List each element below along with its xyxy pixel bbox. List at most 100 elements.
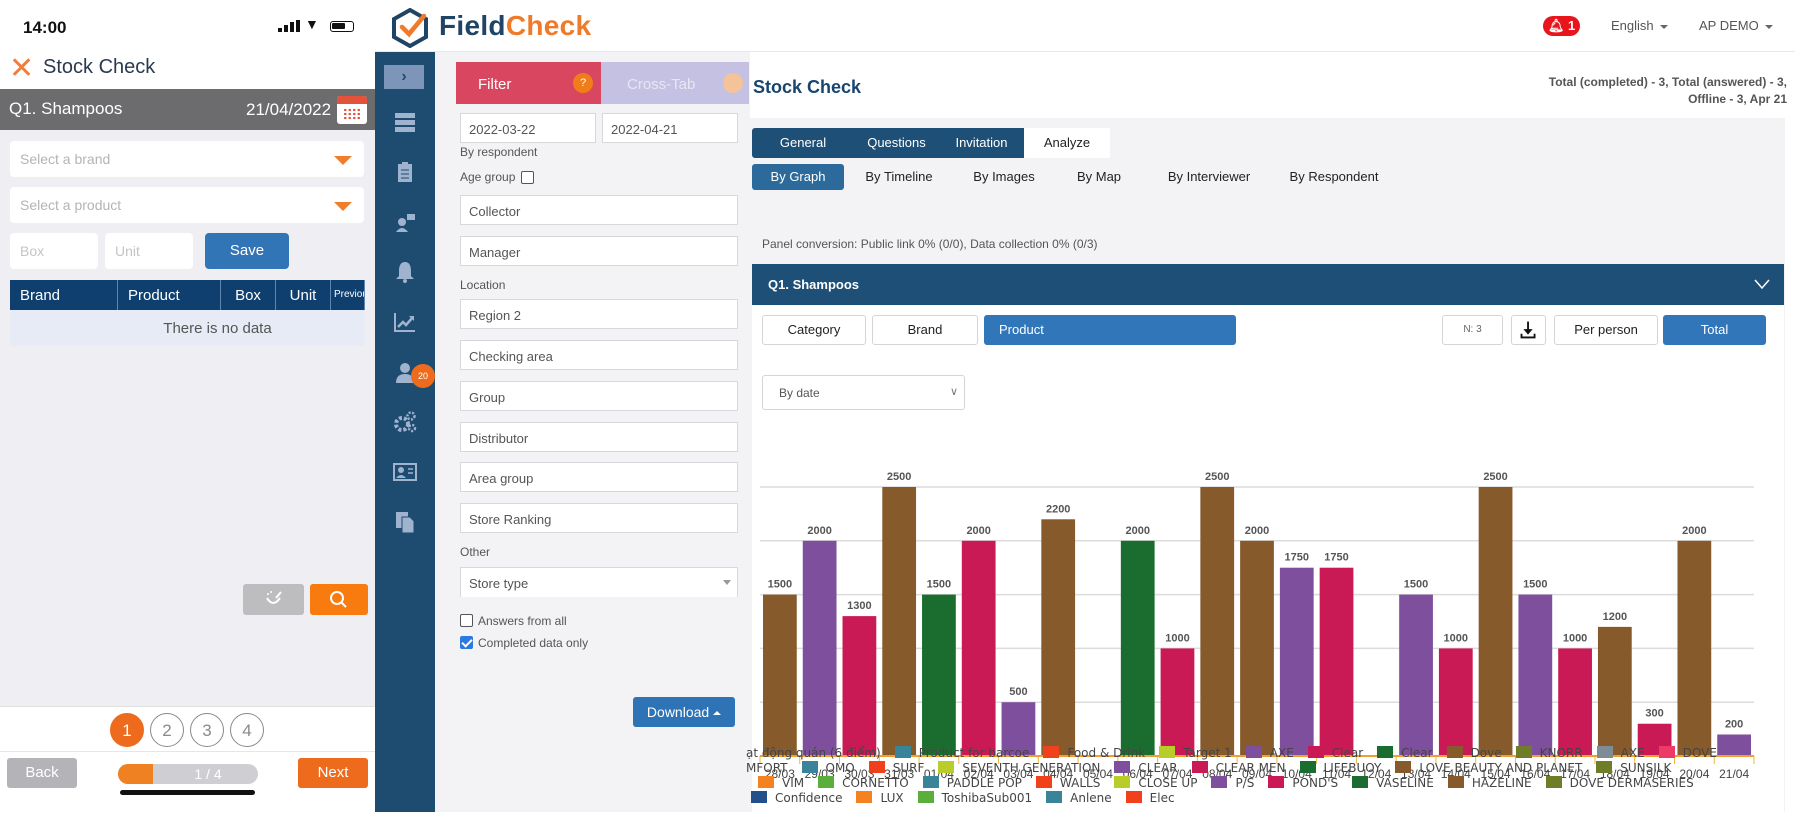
legend-item[interactable]: AXE [1596, 746, 1645, 761]
subtab-by-interviewer[interactable]: By Interviewer [1144, 164, 1274, 190]
legend-item[interactable]: LIFEBUOY [1299, 761, 1381, 776]
tab-general[interactable]: General [752, 128, 854, 158]
legend-item[interactable]: OMO [801, 761, 855, 776]
sidebar-item-training[interactable] [375, 202, 435, 242]
legend-item[interactable]: PADDLE POP [922, 776, 1022, 791]
legend-item[interactable]: KNORR [1515, 746, 1583, 761]
next-button[interactable]: Next [298, 758, 368, 788]
legend-item[interactable]: HAZELINE [1447, 776, 1532, 791]
legend-item[interactable]: SUNSILK [1596, 761, 1671, 776]
collector-select[interactable]: Collector [460, 195, 738, 225]
language-dropdown[interactable]: English [1611, 18, 1668, 33]
segment-brand[interactable]: Brand [872, 315, 978, 345]
date-to-input[interactable]: 2022-04-21 [602, 113, 738, 143]
checking-area-select[interactable]: Checking area [460, 340, 738, 370]
unit-input[interactable]: Unit [105, 233, 193, 269]
legend-item[interactable]: Food & Drink [1043, 746, 1145, 761]
segment-product[interactable]: Product [984, 315, 1236, 345]
manager-select[interactable]: Manager [460, 236, 738, 266]
legend-item[interactable]: Anlene [1046, 791, 1112, 806]
date-from-input[interactable]: 2022-03-22 [460, 113, 596, 143]
per-person-button[interactable]: Per person [1554, 315, 1658, 345]
sidebar-toggle-button[interactable]: › [384, 65, 424, 89]
answers-from-all-option[interactable]: Answers from all [460, 614, 567, 628]
sidebar-item-tasks[interactable] [375, 152, 435, 192]
store-ranking-select[interactable]: Store Ranking [460, 503, 738, 533]
subtab-by-timeline[interactable]: By Timeline [844, 164, 954, 190]
sidebar-item-settings[interactable] [375, 402, 435, 442]
legend-item[interactable]: VASELINE [1352, 776, 1434, 791]
calendar-icon[interactable] [337, 96, 367, 124]
legend-item[interactable]: POND'S [1268, 776, 1338, 791]
tab-questions[interactable]: Questions [854, 128, 939, 158]
group-select[interactable]: Group [460, 381, 738, 411]
close-icon[interactable]: ✕ [9, 54, 34, 84]
answers-from-all-checkbox[interactable] [460, 614, 473, 627]
legend-item[interactable]: SEVENTH GENERATION [938, 761, 1100, 776]
legend-item[interactable]: CORNETTO [818, 776, 909, 791]
user-menu[interactable]: AP DEMO [1699, 18, 1773, 33]
step-2[interactable]: 2 [150, 713, 184, 747]
clear-filter-button[interactable] [243, 584, 304, 615]
download-chart-button[interactable] [1511, 315, 1546, 345]
sidebar-item-documents[interactable] [375, 502, 435, 542]
legend-item[interactable]: MFORT [746, 761, 788, 776]
notification-badge[interactable]: 🔔︎ 1 [1543, 16, 1580, 36]
area-group-select[interactable]: Area group [460, 462, 738, 492]
legend-item[interactable]: DOVE DERMASERIES [1545, 776, 1694, 791]
sidebar-item-reports[interactable] [375, 302, 435, 342]
search-button[interactable] [310, 584, 368, 615]
sidebar-item-users[interactable]: 20 [375, 352, 435, 392]
total-button[interactable]: Total [1663, 315, 1766, 345]
chevron-down-icon[interactable] [1754, 276, 1770, 292]
step-1[interactable]: 1 [110, 713, 144, 747]
box-input[interactable]: Box [10, 233, 98, 269]
legend-item[interactable]: ToshibaSub001 [917, 791, 1032, 806]
legend-item[interactable]: LOVE BEAUTY AND PLANET [1395, 761, 1582, 776]
store-type-select[interactable]: Store type [460, 567, 738, 597]
distributor-select[interactable]: Distributor [460, 422, 738, 452]
subtab-by-images[interactable]: By Images [954, 164, 1054, 190]
legend-item[interactable]: CLOSE UP [1114, 776, 1197, 791]
legend-item[interactable]: SURF [868, 761, 924, 776]
tab-invitation[interactable]: Invitation [939, 128, 1024, 158]
help-icon[interactable]: ? [573, 73, 593, 93]
tab-analyze[interactable]: Analyze [1024, 128, 1110, 158]
legend-item[interactable]: AXE [1245, 746, 1294, 761]
completed-only-option[interactable]: Completed data only [460, 636, 588, 650]
legend-item[interactable]: Target 1 [1159, 746, 1232, 761]
subtab-by-respondent[interactable]: By Respondent [1274, 164, 1394, 190]
group-by-select[interactable]: By date ∨ [762, 375, 965, 410]
question-bar[interactable]: Q1. Shampoos [752, 264, 1784, 305]
back-button[interactable]: Back [7, 758, 77, 788]
help-icon[interactable] [723, 73, 743, 93]
legend-item[interactable]: WALLS [1035, 776, 1100, 791]
legend-item[interactable]: Clear [1307, 746, 1363, 761]
sidebar-item-contacts[interactable] [375, 452, 435, 492]
legend-item[interactable]: VIM [758, 776, 804, 791]
legend-item[interactable]: P/S [1211, 776, 1254, 791]
legend-item[interactable]: Clear [1377, 746, 1433, 761]
legend-item[interactable]: CLEAR [1114, 761, 1178, 776]
legend-item[interactable]: Confidence [751, 791, 842, 806]
subtab-by-graph[interactable]: By Graph [752, 164, 844, 190]
crosstab-tab[interactable]: Cross-Tab [601, 62, 749, 104]
legend-item[interactable]: DOVE [1658, 746, 1717, 761]
region-select[interactable]: Region 2 [460, 299, 738, 329]
age-group-checkbox[interactable] [521, 171, 535, 185]
sidebar-item-notifications[interactable] [375, 252, 435, 292]
legend-item[interactable]: ạt động quán (6 điểm) [746, 746, 881, 761]
step-3[interactable]: 3 [190, 713, 224, 747]
completed-only-checkbox[interactable] [460, 636, 473, 649]
save-button[interactable]: Save [205, 233, 289, 269]
legend-item[interactable]: Product for barcoe [894, 746, 1029, 761]
sidebar-item-surveys[interactable] [375, 102, 435, 142]
legend-item[interactable]: LUX [856, 791, 904, 806]
legend-item[interactable]: Elec [1125, 791, 1175, 806]
legend-item[interactable]: CLEAR MEN [1191, 761, 1286, 776]
legend-item[interactable]: Dove [1446, 746, 1502, 761]
brand-select[interactable]: Select a brand [10, 141, 364, 177]
filter-tab[interactable]: Filter? [456, 62, 601, 104]
subtab-by-map[interactable]: By Map [1054, 164, 1144, 190]
step-4[interactable]: 4 [230, 713, 264, 747]
